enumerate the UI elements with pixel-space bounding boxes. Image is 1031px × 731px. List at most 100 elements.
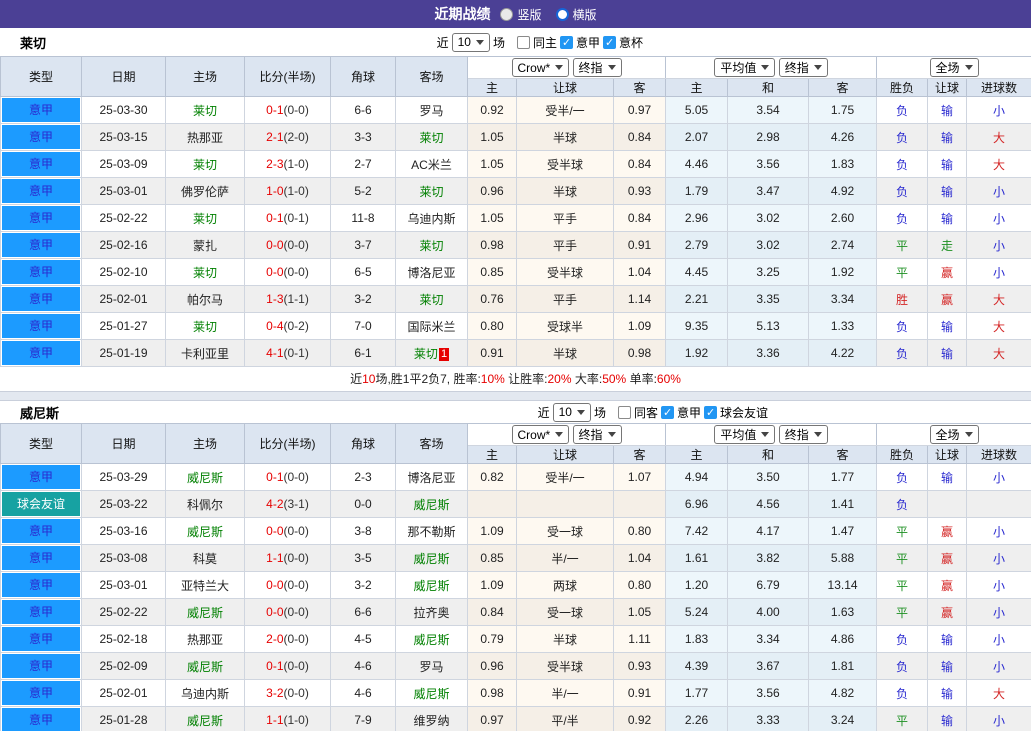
avg-odds-cell: 1.63 [809,599,877,626]
result-cell: 负 [877,178,928,205]
col-avg-draw: 和 [728,446,809,464]
score-cell: 0-1(0-1) [245,205,331,232]
score-cell: 1-1(1-0) [245,707,331,731]
section-header-venezia: 威尼斯 近 10 场 同客 意甲 球会友谊 [0,401,1031,423]
result-cell: 输 [928,626,967,653]
corner-cell: 3-3 [331,124,396,151]
odds-cell: 受半/一 [517,97,614,124]
match-count-select[interactable]: 10 [452,33,490,52]
chevron-down-icon [555,65,563,70]
odds-cell: 0.79 [468,626,517,653]
serie-a-checkbox[interactable] [661,406,674,419]
result-cell: 胜 [877,286,928,313]
home-team: 科莫 [166,545,245,572]
result-cell: 赢 [928,572,967,599]
result-cell: 小 [967,707,1031,731]
scope-select[interactable]: 全场 [930,425,979,444]
corner-cell: 2-3 [331,464,396,491]
result-cell: 平 [877,707,928,731]
odds-cell: 1.05 [614,599,666,626]
avg-final-select[interactable]: 终指 [779,58,828,77]
league-badge: 意甲 [1,313,82,340]
scope-select[interactable]: 全场 [930,58,979,77]
corner-cell: 4-6 [331,653,396,680]
col-type: 类型 [1,57,82,97]
avg-odds-cell: 4.94 [666,464,728,491]
match-row: 意甲25-02-01帕尔马1-3(1-1)3-2莱切0.76平手1.142.21… [1,286,1031,313]
league-badge: 球会友谊 [1,491,82,518]
same-home-checkbox[interactable] [517,36,530,49]
result-cell: 走 [928,232,967,259]
away-team: 威尼斯 [396,491,468,518]
avg-odds-cell: 1.77 [666,680,728,707]
italy-cup-checkbox[interactable] [603,36,616,49]
radio-option-vertical[interactable]: 竖版 [500,6,541,23]
home-team: 佛罗伦萨 [166,178,245,205]
serie-a-checkbox[interactable] [560,36,573,49]
match-row: 意甲25-02-18热那亚2-0(0-0)4-5威尼斯0.79半球1.111.8… [1,626,1031,653]
result-cell: 小 [967,518,1031,545]
avg-odds-cell: 3.54 [728,97,809,124]
result-cell: 负 [877,151,928,178]
radio-vertical-icon[interactable] [500,8,513,21]
avg-selects-cell: 平均值 终指 [666,57,877,79]
col-handicap-result: 让球 [928,79,967,97]
odds-cell: 平手 [517,205,614,232]
score-cell: 0-1(0-0) [245,653,331,680]
chevron-down-icon [608,432,616,437]
avg-odds-cell: 3.34 [728,626,809,653]
same-away-checkbox[interactable] [618,406,631,419]
col-result: 胜负 [877,446,928,464]
avg-source-select[interactable]: 平均值 [714,425,775,444]
avg-odds-cell: 1.33 [809,313,877,340]
score-cell: 0-0(0-0) [245,572,331,599]
chevron-down-icon [761,65,769,70]
result-cell: 负 [877,205,928,232]
match-date: 25-03-15 [82,124,166,151]
result-cell: 负 [877,491,928,518]
club-friendly-checkbox[interactable] [704,406,717,419]
match-row: 意甲25-02-10莱切0-0(0-0)6-5博洛尼亚0.85受半球1.044.… [1,259,1031,286]
odds-cell: 0.96 [468,178,517,205]
col-goals-result: 进球数 [967,79,1031,97]
match-date: 25-03-01 [82,178,166,205]
col-goals-result: 进球数 [967,446,1031,464]
avg-odds-cell: 5.24 [666,599,728,626]
avg-final-select[interactable]: 终指 [779,425,828,444]
odds-final-select[interactable]: 终指 [573,58,622,77]
match-date: 25-03-09 [82,151,166,178]
avg-odds-cell: 2.79 [666,232,728,259]
odds-source-select[interactable]: Crow* [512,425,570,444]
avg-odds-cell: 4.22 [809,340,877,367]
result-cell [928,491,967,518]
result-cell: 平 [877,599,928,626]
match-count-select[interactable]: 10 [553,403,591,422]
result-cell: 小 [967,205,1031,232]
match-date: 25-02-09 [82,653,166,680]
corner-cell: 6-6 [331,97,396,124]
score-cell: 1-0(1-0) [245,178,331,205]
radio-horizontal-icon[interactable] [556,8,569,21]
odds-cell: 平手 [517,286,614,313]
avg-odds-cell: 2.26 [666,707,728,731]
chevron-down-icon [814,65,822,70]
result-cell: 大 [967,151,1031,178]
odds-source-select[interactable]: Crow* [512,58,570,77]
page-title: 近期战绩 [434,4,490,24]
result-cell: 平 [877,518,928,545]
avg-odds-cell: 9.35 [666,313,728,340]
result-cell: 平 [877,545,928,572]
odds-cell: 0.92 [468,97,517,124]
result-cell: 输 [928,205,967,232]
away-team: 乌迪内斯 [396,205,468,232]
match-date: 25-02-01 [82,680,166,707]
league-badge: 意甲 [1,340,82,367]
odds-final-select[interactable]: 终指 [573,425,622,444]
corner-cell: 7-0 [331,313,396,340]
avg-odds-cell: 1.92 [809,259,877,286]
match-row: 意甲25-01-28威尼斯1-1(1-0)7-9维罗纳0.97平/半0.922.… [1,707,1031,731]
avg-source-select[interactable]: 平均值 [714,58,775,77]
avg-odds-cell: 4.00 [728,599,809,626]
league-badge: 意甲 [1,545,82,572]
radio-option-horizontal[interactable]: 横版 [556,6,597,23]
